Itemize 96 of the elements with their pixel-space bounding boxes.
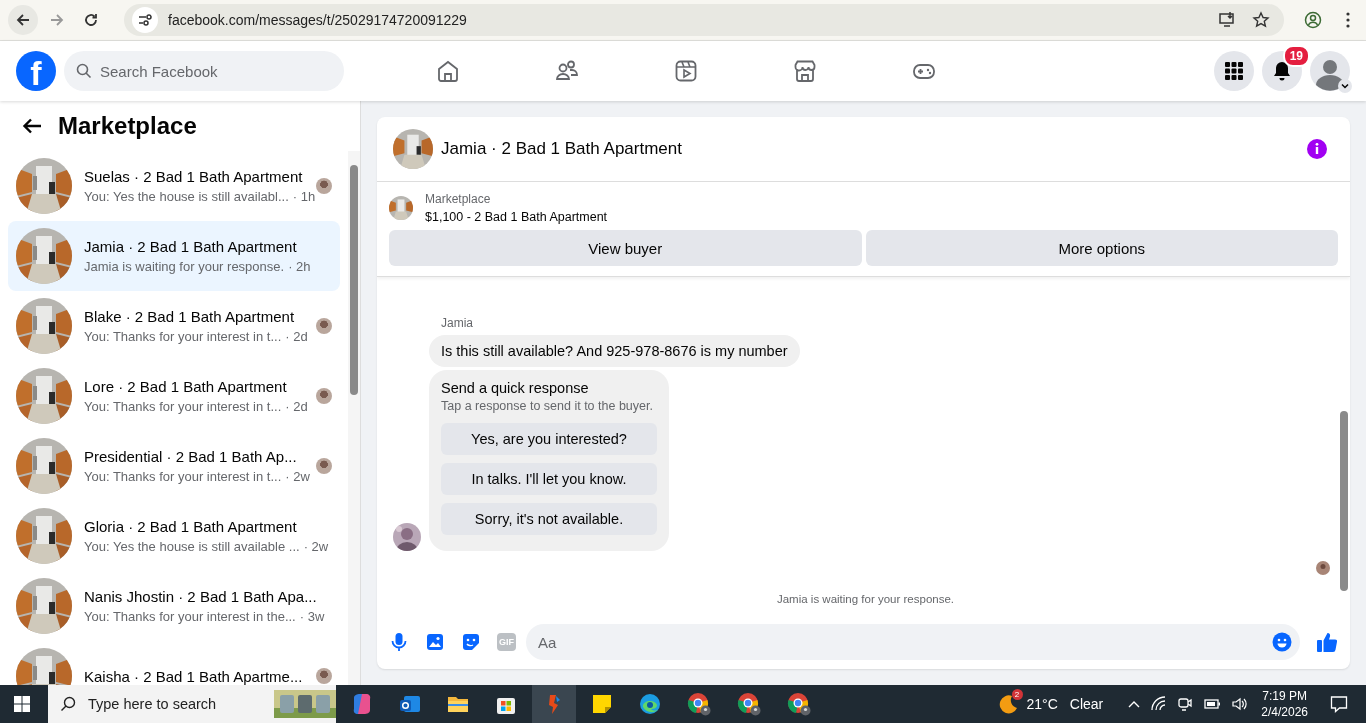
message-time: · 2d (285, 329, 308, 344)
message-preview: You: Thanks for your interest in t... (84, 329, 282, 344)
message-preview: You: Thanks for your interest in t... (84, 399, 282, 414)
listing-label: Marketplace (425, 192, 492, 206)
friends-icon[interactable] (555, 59, 579, 83)
message-time: · 1h (292, 189, 316, 204)
conversation-title: Presidential · 2 Bad 1 Bath Ap... (84, 448, 298, 465)
conversation-title: Nanis Jhostin · 2 Bad 1 Bath Apa... (84, 588, 318, 605)
conversation-title: Jamia · 2 Bad 1 Bath Apartment (84, 238, 298, 255)
message-bubble: Is this still available? And 925-978-8676 is my number (429, 335, 800, 367)
menu-icon[interactable] (1346, 12, 1350, 28)
weather-condition[interactable]: Clear (1069, 696, 1104, 712)
quick-response-hint: Tap a response to send it to the buyer. (441, 399, 653, 413)
camera-icon[interactable] (1177, 696, 1194, 712)
conversation-title: Kaisha · 2 Bad 1 Bath Apartme... (84, 667, 304, 685)
search-icon (60, 696, 76, 712)
sender-name: Jamia (441, 316, 474, 330)
message-preview: You: Thanks for your interest in t... (84, 469, 282, 484)
quick-response-title: Send a quick response (441, 380, 589, 396)
sidebar-title: Marketplace (58, 112, 197, 140)
message-preview: You: Thanks for your interest in the... (84, 609, 296, 624)
facebook-logo[interactable]: f (16, 51, 56, 91)
image-icon[interactable] (425, 632, 445, 652)
chrome-app-icon[interactable] (686, 691, 712, 717)
weather-badge: 2 (1011, 689, 1023, 700)
notification-badge: 19 (1282, 45, 1310, 67)
status-text: Jamia is waiting for your response. (775, 593, 956, 605)
edge-app-icon[interactable] (638, 692, 662, 716)
microphone-icon[interactable] (389, 632, 409, 652)
sticker-icon[interactable] (461, 632, 481, 652)
taskbar-search-field[interactable]: Type here to search (48, 685, 274, 723)
video-icon[interactable] (674, 59, 698, 83)
conversation-item[interactable]: Blake · 2 Bad 1 Bath Apartment You: Thanks for your interest in t... · 2d (8, 291, 340, 361)
emoji-icon[interactable] (1272, 632, 1292, 652)
chat-title[interactable]: Jamia · 2 Bad 1 Bath Apartment (441, 139, 1298, 159)
caret-icon[interactable] (1338, 79, 1352, 93)
speaker-icon[interactable] (1231, 696, 1248, 712)
conversation-title: Blake · 2 Bad 1 Bath Apartment (84, 308, 296, 325)
info-icon[interactable] (1306, 138, 1328, 160)
quick-response-button[interactable]: Yes, are you interested? (441, 423, 657, 455)
conversation-item[interactable]: Nanis Jhostin · 2 Bad 1 Bath Apa... You: Thanks for your interest in the... · 3w (8, 571, 340, 641)
like-icon[interactable] (1316, 631, 1338, 653)
listing-title[interactable]: $1,100 - 2 Bad 1 Bath Apartment (425, 210, 608, 224)
profile-icon[interactable] (1304, 11, 1322, 29)
battery-icon[interactable] (1203, 696, 1222, 712)
site-settings-icon[interactable] (132, 7, 158, 33)
notifications-button[interactable] (1262, 51, 1302, 91)
message-field[interactable]: Aa (526, 624, 1300, 660)
clock-date[interactable]: 2/4/2026 (1261, 704, 1308, 720)
back-icon (15, 12, 31, 28)
listing-button[interactable]: More options (865, 230, 1338, 266)
sticky-notes-icon[interactable] (590, 692, 614, 716)
search-icon (76, 63, 92, 79)
message-time: · 2d (285, 399, 308, 414)
url-text: facebook.com/messages/t/25029174720091229 (168, 12, 467, 28)
conversation-item[interactable]: Gloria · 2 Bad 1 Bath Apartment You: Yes the house is still available ... · 2w (8, 501, 340, 571)
conversation-item[interactable]: Suelas · 2 Bad 1 Bath Apartment You: Yes the house is still availabl... · 1h (8, 151, 340, 221)
message-preview: You: Yes the house is still availabl... (84, 189, 289, 204)
home-icon[interactable] (436, 59, 460, 83)
wifi-icon[interactable] (1151, 696, 1168, 712)
message-time: · 2w (285, 469, 310, 484)
temperature-text[interactable]: 21°C (1026, 696, 1058, 712)
shop-icon[interactable] (793, 59, 817, 83)
app-button[interactable] (532, 685, 576, 723)
conversation-item[interactable]: Lore · 2 Bad 1 Bath Apartment You: Thanks for your interest in t... · 2d (8, 361, 340, 431)
back-arrow-icon[interactable] (22, 118, 42, 134)
bell-icon (1272, 61, 1292, 81)
apps-button[interactable] (1214, 51, 1254, 91)
chrome-app-icon[interactable] (736, 691, 762, 717)
forward-icon (49, 12, 65, 28)
notification-center-icon[interactable] (1330, 695, 1348, 713)
conversation-item[interactable]: Presidential · 2 Bad 1 Bath Ap... You: Thanks for your interest in t... · 2w (8, 431, 340, 501)
message-time: · 3w (299, 609, 325, 624)
account-avatar[interactable] (1310, 51, 1350, 91)
message-preview: You: Yes the house is still available ... (84, 539, 300, 554)
reload-icon (83, 12, 99, 28)
address-bar[interactable]: facebook.com/messages/t/25029174720091229 (124, 4, 1284, 36)
conversation-title: Gloria · 2 Bad 1 Bath Apartment (84, 518, 298, 535)
search-field[interactable]: Search Facebook (64, 51, 344, 91)
grid-icon (1224, 61, 1244, 81)
message-time: · 2h (288, 259, 311, 274)
scrollbar[interactable] (348, 151, 360, 685)
star-icon[interactable] (1252, 11, 1270, 29)
clock-time[interactable]: 7:19 PM (1262, 688, 1307, 704)
conversation-title: Lore · 2 Bad 1 Bath Apartment (84, 378, 288, 395)
quick-response-button[interactable]: Sorry, it's not available. (441, 503, 657, 535)
quick-response-button[interactable]: In talks. I'll let you know. (441, 463, 657, 495)
listing-button[interactable]: View buyer (389, 230, 862, 266)
message-time: · 2w (303, 539, 329, 554)
conversation-title: Suelas · 2 Bad 1 Bath Apartment (84, 168, 304, 185)
conversation-item[interactable]: Jamia · 2 Bad 1 Bath Apartment Jamia is waiting for your response. · 2h (8, 221, 340, 291)
message-preview: Jamia is waiting for your response. (84, 259, 285, 274)
chrome-app-icon[interactable] (786, 691, 812, 717)
windows-start-icon[interactable] (14, 696, 30, 712)
install-icon[interactable] (1218, 11, 1236, 29)
back-button[interactable] (8, 5, 38, 35)
